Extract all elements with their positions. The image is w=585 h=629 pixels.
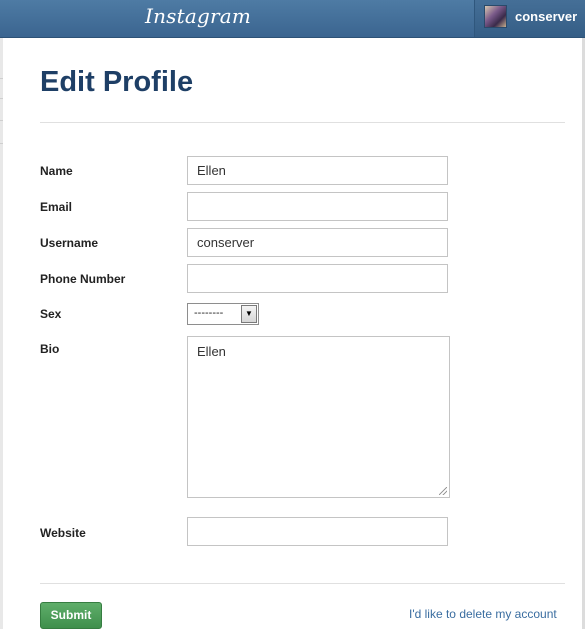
sex-select-value: -------- [194,307,224,319]
delete-account-link[interactable]: I'd like to delete my account [409,607,557,621]
top-navigation-bar: Instagram conserver [0,0,585,38]
resize-grip-icon[interactable] [439,487,447,495]
email-field[interactable] [187,192,448,221]
edge-tick [0,78,3,79]
chevron-down-icon[interactable]: ▼ [241,305,257,323]
edge-tick [0,98,3,99]
form-divider [40,583,565,584]
bio-text: Ellen [197,344,226,359]
email-label: Email [40,200,73,214]
edge-tick [0,143,3,144]
avatar[interactable] [484,5,507,28]
name-label: Name [40,164,73,178]
page-title: Edit Profile [40,66,194,98]
username-label: Username [40,236,99,250]
website-field[interactable] [187,517,448,546]
sex-select[interactable]: -------- ▼ [187,303,259,325]
bio-label: Bio [40,342,60,356]
username-field[interactable]: conserver [187,228,448,257]
title-divider [40,122,565,123]
edge-tick [0,120,3,121]
nav-username[interactable]: conserver [515,9,577,24]
left-page-edge [0,38,3,629]
name-field[interactable]: Ellen [187,156,448,185]
user-menu[interactable]: conserver [475,0,585,37]
phone-field[interactable] [187,264,448,293]
website-label: Website [40,526,86,540]
instagram-logo[interactable]: Instagram [145,4,251,28]
sex-label: Sex [40,307,62,321]
submit-button[interactable]: Submit [40,602,102,629]
phone-label: Phone Number [40,272,126,286]
bio-textarea[interactable]: Ellen [187,336,450,498]
